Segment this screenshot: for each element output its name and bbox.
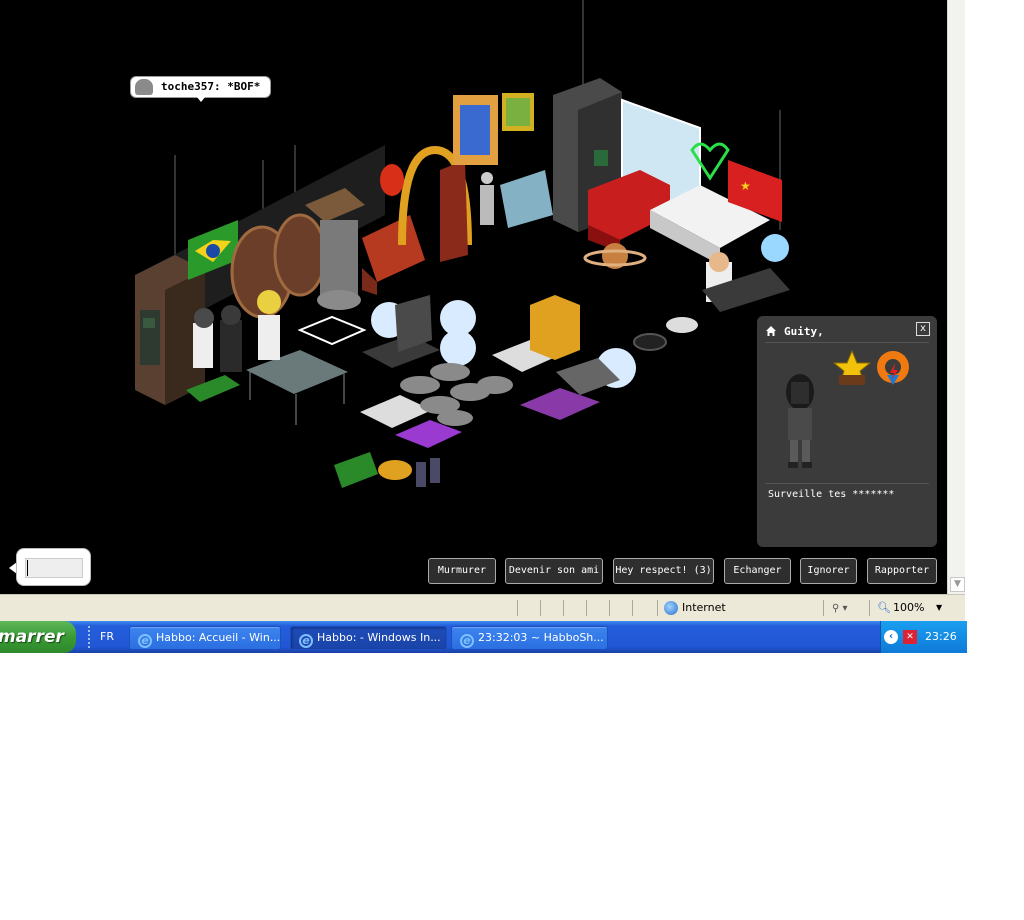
chat-bubble-tail [196,96,206,102]
vip-star-badge-icon[interactable] [833,349,871,389]
respect-button[interactable]: Hey respect! (3) [613,558,714,584]
magnifier-icon: 🔍︎ [877,601,891,614]
close-icon[interactable]: x [916,322,930,336]
taskbar-item-habbo-windows[interactable]: e Habbo: - Windows In... [290,626,447,650]
chat-bubble[interactable]: toche357: *BOF* [130,76,272,98]
home-icon[interactable] [765,325,777,337]
divider [517,600,518,616]
start-button[interactable]: marrer [0,621,76,653]
page-margin [965,0,1024,594]
avatar-name: Guity, [784,325,824,338]
chevron-down-icon[interactable]: ▼ [936,598,942,618]
chat-input-field[interactable] [25,558,83,578]
ie-icon: e [460,634,474,648]
divider [632,600,633,616]
glass-table [246,350,348,425]
trade-button[interactable]: Echanger [724,558,791,584]
divider [765,483,929,484]
task-label: Habbo: - Windows In... [317,631,441,644]
whisper-button[interactable]: Murmurer [428,558,496,584]
ignore-button[interactable]: Ignorer [800,558,857,584]
treadmills [360,295,620,448]
divider [823,600,824,616]
toolbar-grip[interactable] [88,626,93,648]
divider [657,600,658,616]
zoom-level: 100% [892,601,925,614]
chat-username: toche357: [161,80,221,93]
chat-message: *BOF* [227,80,261,93]
zoom-control[interactable]: 🔍︎ 100% [877,598,924,618]
tile-cursor [297,315,367,346]
divider [765,342,929,343]
divider [609,600,610,616]
text-caret [27,560,28,576]
tires [633,317,698,351]
security-zone: Internet [663,598,726,618]
ice-counter [500,170,553,228]
avatar-motto: Surveille tes ******* [768,489,895,500]
viking-lamp [761,234,789,262]
ie-icon: e [138,634,152,648]
security-shield-icon[interactable]: ✕ [903,630,917,644]
protected-mode-icon[interactable]: ⚲ ▾ [832,603,848,614]
boots [416,458,440,487]
golden-pedestal [530,295,580,360]
orange-ring-badge-icon[interactable] [873,349,913,389]
divider [869,600,870,616]
scroll-down-icon[interactable]: ▼ [950,577,965,592]
tray-expand-icon[interactable]: ‹ [884,630,898,644]
red-lantern [380,164,404,196]
browser-status-bar: Internet ⚲ ▾ 🔍︎ 100% ▼ [0,594,965,621]
statue [480,172,494,225]
clock[interactable]: 23:26 [925,630,957,643]
avatar-head-icon [135,79,153,95]
game-viewport[interactable]: ★ toche357: *BOF* Guity, x Surveille tes… [0,0,947,594]
divider [563,600,564,616]
avatar-info-card: Guity, x Surveille tes ******* [757,316,937,547]
task-label: Habbo: Accueil - Win... [156,631,281,644]
task-label: 23:32:03 ~ HabboSh... [478,631,604,644]
divider [586,600,587,616]
taskbar-item-habbo-accueil[interactable]: e Habbo: Accueil - Win... [129,626,281,650]
avatar-figure [786,374,814,468]
red-armchair [362,215,425,295]
system-tray: ‹ ✕ 23:26 [880,621,967,653]
start-label: marrer [0,627,64,647]
divider [540,600,541,616]
windows-taskbar: marrer FR e Habbo: Accueil - Win... e Habb… [0,621,967,653]
add-friend-button[interactable]: Devenir son ami [505,558,603,584]
golden-bowl [334,452,412,488]
taskbar-item-habboshow[interactable]: e 23:32:03 ~ HabboSh... [451,626,608,650]
vertical-scrollbar[interactable]: ▼ [947,0,965,594]
saturn-lamp [583,243,647,269]
ie-icon: e [299,634,313,648]
language-indicator[interactable]: FR [100,630,114,643]
svg-text:★: ★ [740,179,751,193]
chat-input[interactable] [16,548,91,586]
report-button[interactable]: Rapporter [867,558,937,584]
zone-label: Internet [682,601,726,614]
